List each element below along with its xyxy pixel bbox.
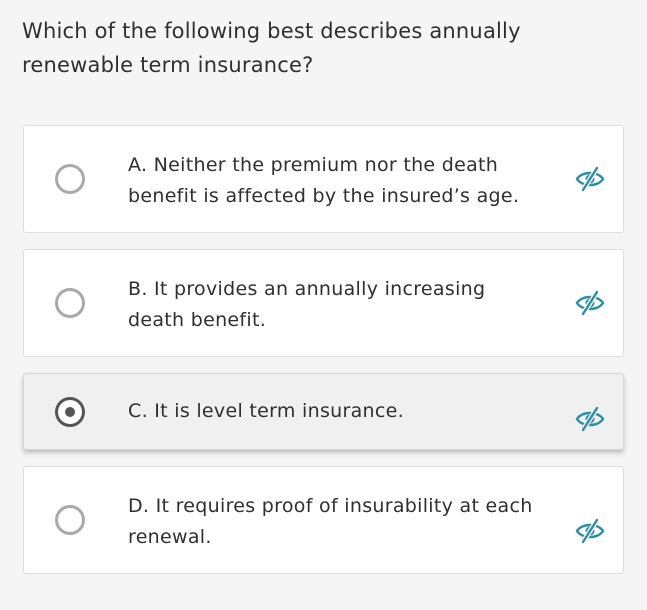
radio-button[interactable] [55,164,85,194]
answer-option-c[interactable]: C. It is level term insurance. [23,373,624,450]
option-label: D. It requires proof of insurability at … [128,495,533,548]
option-label: B. It provides an annually increasing de… [128,278,486,331]
option-label: A. Neither the premium nor the death ben… [128,154,520,207]
radio-button[interactable] [55,288,85,318]
answer-option-b[interactable]: B. It provides an annually increasing de… [23,249,624,357]
answer-options: A. Neither the premium nor the death ben… [23,125,624,590]
radio-button[interactable] [55,505,85,535]
radio-dot [65,406,75,417]
question-text: Which of the following best describes an… [22,19,521,77]
eye-slash-icon[interactable] [575,166,605,192]
option-label: C. It is level term insurance. [128,400,404,422]
eye-slash-icon[interactable] [575,290,605,316]
radio-button-selected[interactable] [55,396,85,427]
answer-option-a[interactable]: A. Neither the premium nor the death ben… [23,125,624,233]
eye-slash-icon[interactable] [575,518,605,544]
answer-option-d[interactable]: D. It requires proof of insurability at … [23,466,624,574]
eye-slash-icon[interactable] [575,406,605,432]
